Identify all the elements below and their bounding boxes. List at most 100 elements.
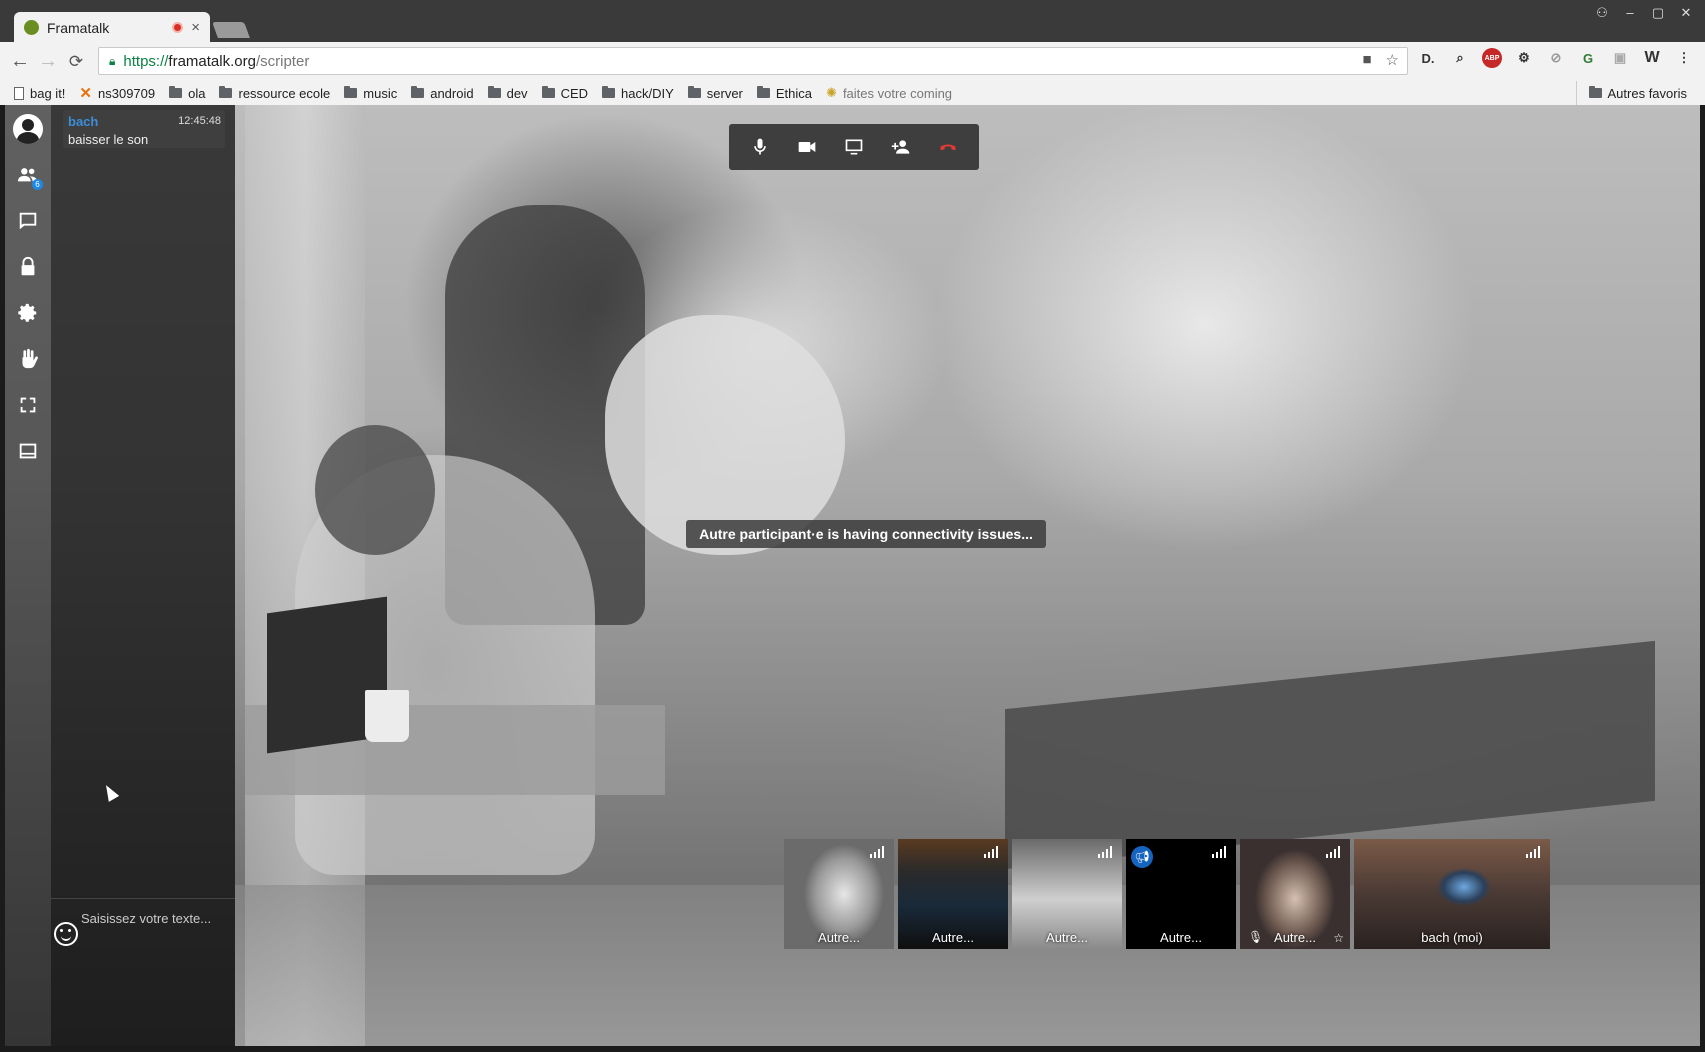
local-participant-thumbnail[interactable]: bach (moi) (1354, 839, 1550, 949)
chat-message-author: bach (68, 114, 99, 129)
extension-w-icon[interactable]: W (1642, 48, 1662, 68)
hangup-button[interactable] (933, 132, 963, 162)
raise-hand-icon (22, 348, 38, 369)
participant-thumbnail[interactable]: Autre... (784, 839, 894, 949)
address-bar[interactable]: 🔒︎ https:// framatalk.org /scripter ■ ☆ (98, 47, 1408, 75)
new-tab-button[interactable] (212, 22, 250, 38)
call-toolbar (729, 124, 979, 170)
extension-search-icon[interactable]: ⌕ (1450, 48, 1470, 68)
left-toolbar: 6 (5, 105, 51, 1046)
profile-button[interactable] (5, 109, 51, 149)
camera-icon (798, 142, 816, 152)
chat-input[interactable] (81, 907, 231, 929)
bookmark-folder-server[interactable]: server (687, 86, 743, 101)
sun-icon: ✺ (826, 85, 837, 100)
folder-icon (219, 86, 233, 98)
x-icon: ✕ (79, 85, 92, 102)
bookmark-folder-ethica[interactable]: Ethica (756, 86, 812, 101)
bookmark-folder-dev[interactable]: dev (487, 86, 528, 101)
bookmark-folder-hack-diy[interactable]: hack/DIY (602, 86, 674, 101)
bookmark-folder-ola[interactable]: ola (169, 86, 205, 101)
camera-button[interactable] (792, 132, 822, 162)
back-icon[interactable]: ← (6, 48, 34, 76)
video-scene-shape (315, 425, 435, 555)
participant-name: Autre... (932, 930, 974, 945)
screen-share-button[interactable] (839, 132, 869, 162)
omnibox-actions: ■ ☆ (1362, 51, 1399, 69)
security-button[interactable] (5, 247, 51, 287)
extension-disabled-icon[interactable]: ⊘ (1546, 48, 1566, 68)
browser-chrome: Framatalk × ⚇ – ▢ ✕ ← → ⟳ 🔒︎ https:// fr… (0, 0, 1705, 105)
chat-input-area (51, 898, 235, 1046)
forward-icon[interactable]: → (34, 48, 62, 76)
connection-indicator-icon (984, 846, 1000, 858)
profile-icon (13, 114, 43, 144)
extension-g-icon[interactable]: G (1578, 48, 1598, 68)
filmstrip-icon (19, 443, 37, 459)
participant-thumbnail[interactable]: 📢︎ Autre... (1126, 839, 1236, 949)
bookmark-ns309709[interactable]: ✕ ns309709 (79, 84, 155, 102)
bookmark-folder-ced[interactable]: CED (541, 86, 588, 101)
maximize-icon[interactable]: ▢ (1647, 4, 1669, 21)
participant-thumbnail[interactable]: Autre... (1012, 839, 1122, 949)
hangup-icon (940, 144, 956, 151)
bookmark-bag-it[interactable]: bag it! (14, 86, 65, 101)
bookmark-folder-android[interactable]: android (411, 86, 474, 101)
folder-icon (541, 86, 555, 98)
participant-thumbnail[interactable]: Autre... (898, 839, 1008, 949)
participant-name: Autre... (1274, 930, 1316, 945)
other-bookmarks-folder[interactable]: Autres favoris (1575, 81, 1687, 105)
reload-icon[interactable]: ⟳ (62, 48, 90, 76)
window-close-icon[interactable]: ✕ (1675, 4, 1697, 21)
tab-title: Framatalk (47, 19, 110, 36)
participant-thumbnail[interactable]: 🎙︎ ☆ Autre... (1240, 839, 1350, 949)
connection-indicator-icon (1212, 846, 1228, 858)
folder-icon (1588, 86, 1602, 98)
tab-framatalk[interactable]: Framatalk × (14, 12, 210, 43)
connection-indicator-icon (1526, 846, 1542, 858)
camera-in-use-icon[interactable]: ■ (1362, 51, 1371, 69)
bookmark-star-icon[interactable]: ☆ (1386, 51, 1399, 69)
adblock-plus-icon[interactable]: ABP (1482, 48, 1502, 68)
connection-indicator-icon (1326, 846, 1342, 858)
chat-button[interactable] (5, 201, 51, 241)
participant-name: Autre... (1160, 930, 1202, 945)
extension-gear-icon[interactable]: ⚙ (1514, 48, 1534, 68)
lock-icon (21, 256, 35, 276)
participants-button[interactable]: 6 (5, 155, 51, 195)
browser-menu-icon[interactable]: ⋮ (1674, 48, 1694, 68)
video-scene-shape (365, 690, 409, 742)
profile-icon[interactable]: ⚇ (1591, 4, 1613, 21)
folder-icon (344, 86, 358, 98)
url-path: /scripter (255, 52, 310, 70)
chat-message: bach 12:45:48 baisser le son (63, 110, 225, 148)
recording-indicator-icon (172, 22, 184, 33)
tab-close-icon[interactable]: × (191, 19, 200, 36)
chat-message-text: baisser le son (68, 132, 149, 147)
connectivity-notice: Autre participant·e is having connectivi… (686, 520, 1046, 548)
lock-secure-icon: 🔒︎ (109, 53, 116, 68)
url-host: framatalk.org (168, 52, 256, 70)
microphone-button[interactable] (745, 132, 775, 162)
chat-icon (19, 212, 37, 230)
settings-button[interactable] (5, 293, 51, 333)
raise-hand-button[interactable] (5, 339, 51, 379)
extension-save-icon[interactable]: ▣ (1610, 48, 1630, 68)
fullscreen-button[interactable] (5, 385, 51, 425)
mouse-pointer-icon (100, 782, 120, 802)
minimize-icon[interactable]: – (1619, 4, 1641, 21)
invite-button[interactable] (886, 132, 916, 162)
chat-panel: bach 12:45:48 baisser le son (51, 105, 235, 1046)
participant-name: Autre... (818, 930, 860, 945)
folder-icon (687, 86, 701, 98)
bookmark-folder-music[interactable]: music (344, 86, 397, 101)
window-controls: ⚇ – ▢ ✕ (1591, 4, 1697, 21)
extension-d-icon[interactable]: D. (1418, 48, 1438, 68)
folder-icon (487, 86, 501, 98)
bookmark-faites-votre-coming[interactable]: ✺ faites votre coming (826, 85, 952, 101)
fullscreen-icon (20, 397, 36, 413)
filmstrip-toggle-button[interactable] (5, 431, 51, 471)
bookmark-folder-ressource-ecole[interactable]: ressource ecole (219, 86, 330, 101)
bookmarks-bar: bag it! ✕ ns309709 ola ressource ecole mu… (0, 81, 1705, 105)
emoji-picker-icon[interactable] (54, 922, 78, 946)
